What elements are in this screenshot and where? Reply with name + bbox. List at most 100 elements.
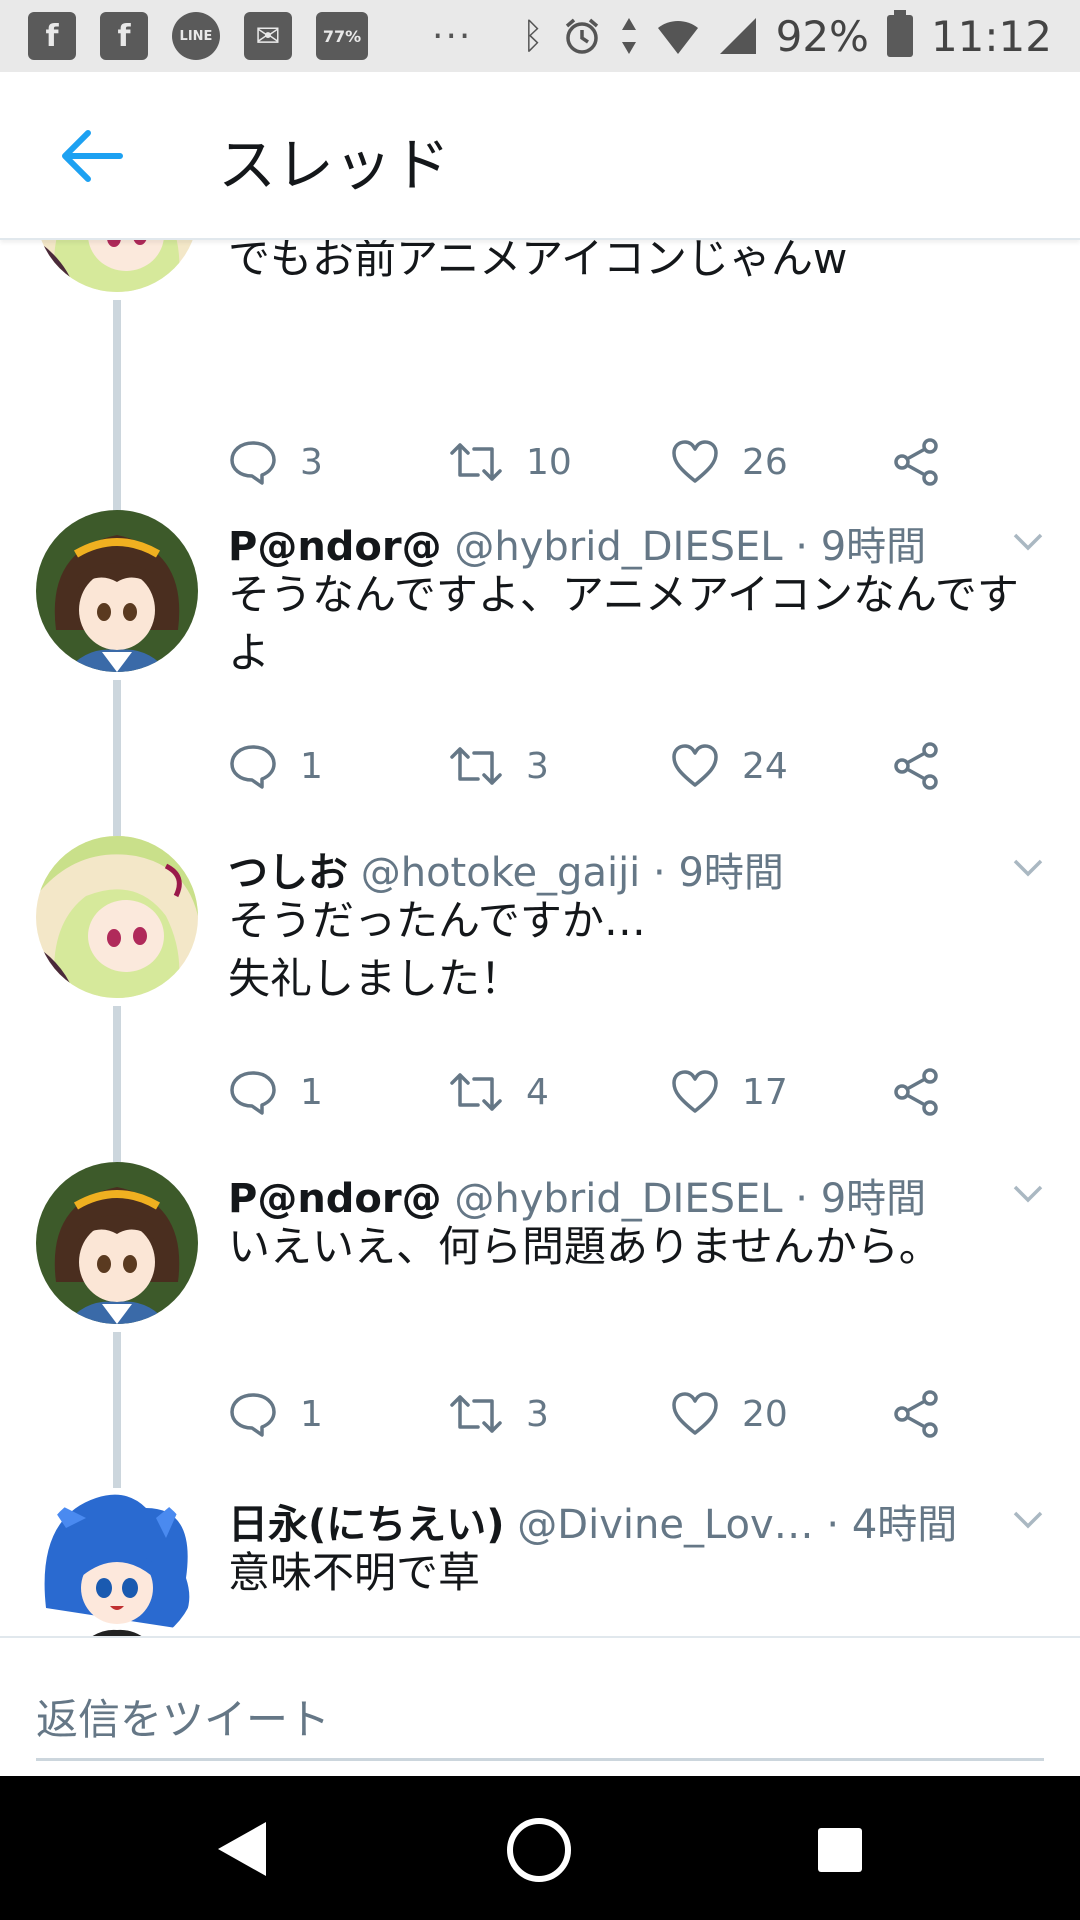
back-nav-icon[interactable] — [212, 1818, 270, 1880]
tweet-text: でもお前アニメアイコンじゃんw — [228, 240, 848, 283]
share-icon — [894, 438, 938, 486]
green-hair-anime-avatar — [36, 240, 198, 292]
page-title: スレッド — [218, 131, 451, 199]
notification-icons: f f LINE ✉ 77% ··· — [28, 12, 472, 60]
facebook-icon: f — [28, 12, 76, 60]
handle[interactable]: @Divine_Lov… — [517, 1502, 813, 1548]
like-count: 26 — [742, 441, 788, 483]
thread-list[interactable]: でもお前アニメアイコンじゃんw 3 10 26 P@ndor@ @hybrid_… — [0, 240, 1080, 1636]
timestamp: · 9時間 — [653, 850, 784, 896]
like-count: 20 — [742, 1393, 788, 1435]
wifi-icon — [657, 20, 698, 54]
alarm-icon — [565, 18, 598, 54]
retweet-count: 3 — [526, 745, 549, 787]
like-button[interactable]: 20 — [670, 1384, 788, 1444]
like-button[interactable]: 17 — [670, 1062, 788, 1122]
avatar[interactable] — [36, 836, 198, 998]
heart-icon — [672, 744, 718, 787]
tweet-actions: 1 4 17 — [228, 1062, 968, 1122]
thread-connector — [113, 680, 121, 836]
reply-button[interactable]: 1 — [228, 1384, 323, 1444]
reply-input[interactable]: 返信をツイート — [36, 1686, 330, 1747]
reply-button[interactable]: 1 — [228, 1062, 323, 1122]
line-icon: LINE — [172, 12, 220, 60]
tweet[interactable]: P@ndor@ @hybrid_DIESEL · 9時間 いえいえ、何ら問題あり… — [0, 1162, 1080, 1488]
reply-composer[interactable]: 返信をツイート — [0, 1636, 1080, 1776]
green-hair-anime-avatar — [36, 836, 198, 998]
tweet-actions: 1 3 24 — [228, 736, 968, 796]
data-icon — [621, 18, 636, 54]
handle[interactable]: @hybrid_DIESEL — [454, 1176, 782, 1222]
retweet-button[interactable]: 4 — [448, 1062, 549, 1122]
heart-icon — [672, 440, 718, 483]
overflow-indicator: ··· — [432, 15, 473, 57]
home-nav-icon[interactable] — [505, 1816, 573, 1884]
tweet-actions: 1 3 20 — [228, 1384, 968, 1444]
reply-count: 1 — [300, 1393, 323, 1435]
share-icon — [894, 1390, 938, 1438]
tweet-actions: 3 10 26 — [228, 432, 968, 492]
like-button[interactable]: 26 — [670, 432, 788, 492]
like-count: 17 — [742, 1071, 788, 1113]
tweet-header: P@ndor@ @hybrid_DIESEL · 9時間 — [228, 1166, 926, 1224]
reply-icon — [230, 441, 276, 485]
tweet[interactable]: 日永(にちえい) @Divine_Lov… · 4時間 意味不明で草 — [0, 1488, 1080, 1636]
system-nav-bar — [0, 1776, 1080, 1920]
display-name[interactable]: P@ndor@ — [228, 524, 442, 570]
timestamp: · 9時間 — [795, 524, 927, 570]
retweet-count: 3 — [526, 1393, 549, 1435]
back-arrow-icon[interactable] — [58, 128, 124, 184]
timestamp: · 4時間 — [826, 1502, 958, 1548]
mail-icon: ✉ — [244, 12, 292, 60]
thread-connector — [113, 1332, 121, 1488]
tweet[interactable]: P@ndor@ @hybrid_DIESEL · 9時間 そうなんですよ、アニメ… — [0, 510, 1080, 836]
handle[interactable]: @hotoke_gaiji — [361, 850, 641, 896]
tweet[interactable]: つしお @hotoke_gaiji · 9時間 そうだったんですか… 失礼しまし… — [0, 836, 1080, 1162]
like-button[interactable]: 24 — [670, 736, 788, 796]
avatar[interactable] — [36, 1162, 198, 1324]
display-name[interactable]: P@ndor@ — [228, 1176, 442, 1222]
chevron-down-icon[interactable] — [1012, 532, 1044, 552]
chevron-down-icon[interactable] — [1012, 858, 1044, 878]
avatar[interactable] — [36, 240, 198, 292]
retweet-icon — [450, 443, 502, 481]
tweet-header: P@ndor@ @hybrid_DIESEL · 9時間 — [228, 514, 926, 572]
reply-icon — [230, 1393, 276, 1437]
share-button[interactable] — [892, 432, 942, 492]
notification-percent-label: 77% — [322, 26, 362, 46]
reply-button[interactable]: 1 — [228, 736, 323, 796]
display-name[interactable]: つしお — [228, 850, 348, 896]
chevron-down-icon[interactable] — [1012, 1510, 1044, 1530]
clock: 11:12 — [930, 11, 1052, 61]
brown-hair-anime-avatar — [36, 510, 198, 672]
retweet-icon — [450, 1395, 502, 1433]
tweet-text: そうだったんですか… 失礼しました！ — [228, 896, 646, 1003]
battery-icon — [886, 10, 913, 57]
app-bar: スレッド — [0, 72, 1080, 240]
reply-button[interactable]: 3 — [228, 432, 323, 492]
display-name[interactable]: 日永(にちえい) — [228, 1502, 505, 1548]
avatar[interactable] — [36, 510, 198, 672]
share-button[interactable] — [892, 736, 942, 796]
signal-icon — [719, 18, 756, 54]
retweet-button[interactable]: 3 — [448, 736, 549, 796]
retweet-icon — [450, 747, 502, 785]
tweet[interactable]: でもお前アニメアイコンじゃんw 3 10 26 — [0, 240, 1080, 520]
facebook-icon: f — [100, 12, 148, 60]
retweet-button[interactable]: 3 — [448, 1384, 549, 1444]
retweet-button[interactable]: 10 — [448, 432, 572, 492]
tweet-text: そうなんですよ、アニメアイコンなんですよ — [228, 570, 1019, 677]
thread-connector — [113, 300, 121, 520]
system-icons: ᛒ 92% 11:12 — [522, 10, 1052, 61]
tweet-header: つしお @hotoke_gaiji · 9時間 — [228, 840, 784, 898]
share-button[interactable] — [892, 1384, 942, 1444]
avatar[interactable] — [36, 1488, 198, 1636]
retweet-count: 4 — [526, 1071, 549, 1113]
retweet-count: 10 — [526, 441, 572, 483]
recents-nav-icon[interactable] — [816, 1826, 864, 1874]
share-button[interactable] — [892, 1062, 942, 1122]
tweet-text: 意味不明で草 — [228, 1548, 481, 1597]
handle[interactable]: @hybrid_DIESEL — [454, 524, 782, 570]
chevron-down-icon[interactable] — [1012, 1184, 1044, 1204]
battery-percent: 92% — [775, 11, 869, 61]
